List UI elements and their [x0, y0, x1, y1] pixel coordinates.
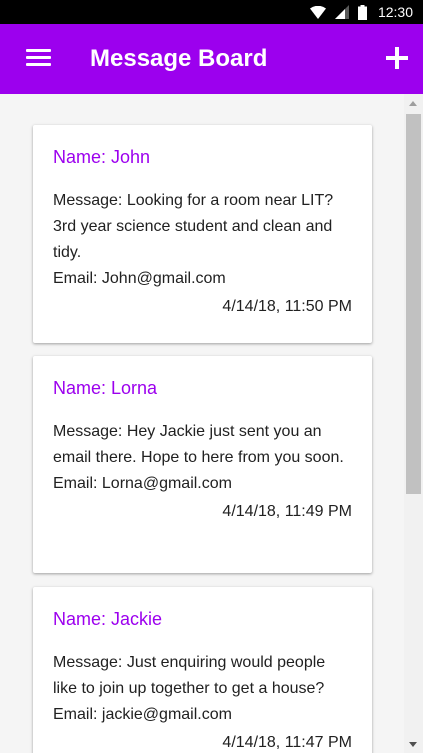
menu-icon-bar	[26, 63, 51, 66]
page-title: Message Board	[90, 45, 268, 72]
menu-button[interactable]	[26, 49, 53, 69]
signal-icon	[334, 5, 349, 19]
battery-icon	[357, 4, 367, 20]
scroll-down-arrow-icon[interactable]	[409, 742, 417, 747]
message-card[interactable]: Name: Lorna Message: Hey Jackie just sen…	[33, 356, 372, 573]
message-card[interactable]: Name: John Message: Looking for a room n…	[33, 125, 372, 343]
add-icon	[386, 47, 408, 69]
status-icons: 12:30	[309, 0, 413, 24]
message-list[interactable]: Name: John Message: Looking for a room n…	[0, 94, 404, 753]
status-bar: 12:30	[0, 0, 423, 24]
scrollbar-thumb[interactable]	[406, 114, 421, 494]
message-card[interactable]: Name: Jackie Message: Just enquiring wou…	[33, 587, 372, 753]
message-email: Email: jackie@gmail.com	[53, 706, 232, 723]
menu-icon	[26, 49, 51, 52]
message-date: 4/14/18, 11:47 PM	[222, 734, 352, 751]
message-name: Name: Jackie	[53, 609, 163, 629]
add-message-button[interactable]	[385, 46, 409, 70]
message-text: Message: Just enquiring would people lik…	[53, 654, 326, 697]
message-email: Email: Lorna@gmail.com	[53, 475, 232, 492]
scrollbar[interactable]	[404, 94, 423, 753]
wifi-icon	[309, 5, 326, 19]
message-date: 4/14/18, 11:49 PM	[222, 503, 352, 520]
message-email: Email: John@gmail.com	[53, 270, 226, 287]
message-text: Message: Looking for a room near LIT? 3r…	[53, 192, 334, 261]
message-date: 4/14/18, 11:50 PM	[222, 298, 352, 315]
message-name: Name: John	[53, 147, 151, 167]
menu-icon-bar	[26, 56, 51, 59]
message-name: Name: Lorna	[53, 378, 158, 398]
message-text: Message: Hey Jackie just sent you an ema…	[53, 423, 344, 466]
status-time: 12:30	[377, 4, 413, 20]
scroll-up-arrow-icon[interactable]	[409, 101, 417, 106]
app-toolbar: Message Board	[0, 24, 423, 94]
